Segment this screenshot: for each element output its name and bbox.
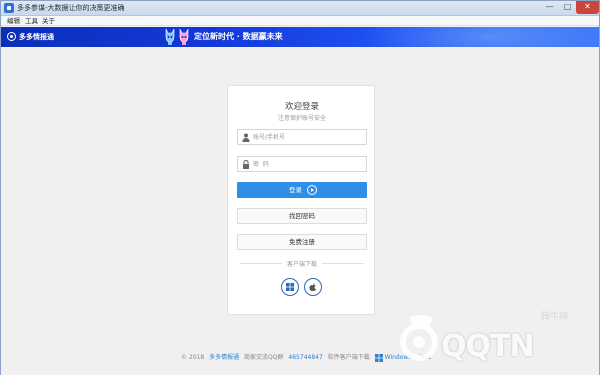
footer-download-label: 软件客户端下载 <box>327 354 370 361</box>
apple-icon <box>309 282 316 291</box>
register-button[interactable]: 免费注册 <box>237 234 367 250</box>
app-icon <box>4 3 14 13</box>
footer-brand-link[interactable]: 多多情报通 <box>209 353 239 363</box>
password-field[interactable] <box>237 156 367 172</box>
arrow-right-circle-icon <box>307 185 317 195</box>
minimize-button[interactable]: — <box>540 1 559 14</box>
password-input[interactable] <box>253 160 363 169</box>
watermark-text: QQTN <box>441 329 535 364</box>
banner-glow <box>361 27 599 47</box>
banner-slogan: 定位新时代 · 数据赢未来 <box>194 32 283 41</box>
windows-icon <box>374 353 383 362</box>
brand-name: 多多情报通 <box>19 33 54 41</box>
header-banner: 多多情报通 定位新时代 · 数据赢未来 <box>1 27 599 47</box>
lock-icon <box>243 160 249 169</box>
windows-download-button[interactable] <box>281 278 299 296</box>
footer-qq-number[interactable]: 465744847 <box>288 353 322 363</box>
login-card: 欢迎登录 注意保护账号安全 登录 找回密码 <box>227 85 375 315</box>
app-window: 多多参谋-大数据让你的决策更准确 — □ ✕ 编辑 工具 关于 多多情报通 定位… <box>0 0 600 375</box>
footer-copyright: © 2018 <box>181 354 205 361</box>
watermark-subtext: 腾牛网 <box>541 312 569 322</box>
mascot-blue-icon <box>165 28 175 45</box>
menu-tools[interactable]: 工具 <box>25 16 38 26</box>
qqtn-watermark: QQTN 腾牛网 <box>389 304 594 368</box>
mascot-pink-icon <box>179 28 189 45</box>
login-button-label: 登录 <box>289 186 302 194</box>
menu-edit[interactable]: 编辑 <box>7 16 20 26</box>
menu-bar: 编辑 工具 关于 <box>1 16 599 26</box>
maximize-button[interactable]: □ <box>558 1 577 14</box>
windows-icon <box>285 282 294 291</box>
account-input[interactable] <box>253 133 363 142</box>
close-button[interactable]: ✕ <box>576 1 599 14</box>
window-title: 多多参谋-大数据让你的决策更准确 <box>17 4 125 12</box>
recover-password-button[interactable]: 找回密码 <box>237 208 367 224</box>
divider-right <box>322 263 364 264</box>
watermark-logo-icon <box>400 315 438 361</box>
mac-download-button[interactable] <box>304 278 322 296</box>
login-subtitle: 注意保护账号安全 <box>277 115 326 122</box>
user-icon <box>242 133 250 142</box>
login-title: 欢迎登录 <box>284 102 319 112</box>
account-field[interactable] <box>237 129 367 145</box>
title-bar[interactable]: 多多参谋-大数据让你的决策更准确 — □ ✕ <box>1 1 599 16</box>
menu-about[interactable]: 关于 <box>42 16 55 26</box>
footer-qq-label: 商家交流QQ群 <box>244 354 284 361</box>
login-button[interactable]: 登录 <box>237 182 367 198</box>
brand-logo-icon <box>7 32 16 41</box>
